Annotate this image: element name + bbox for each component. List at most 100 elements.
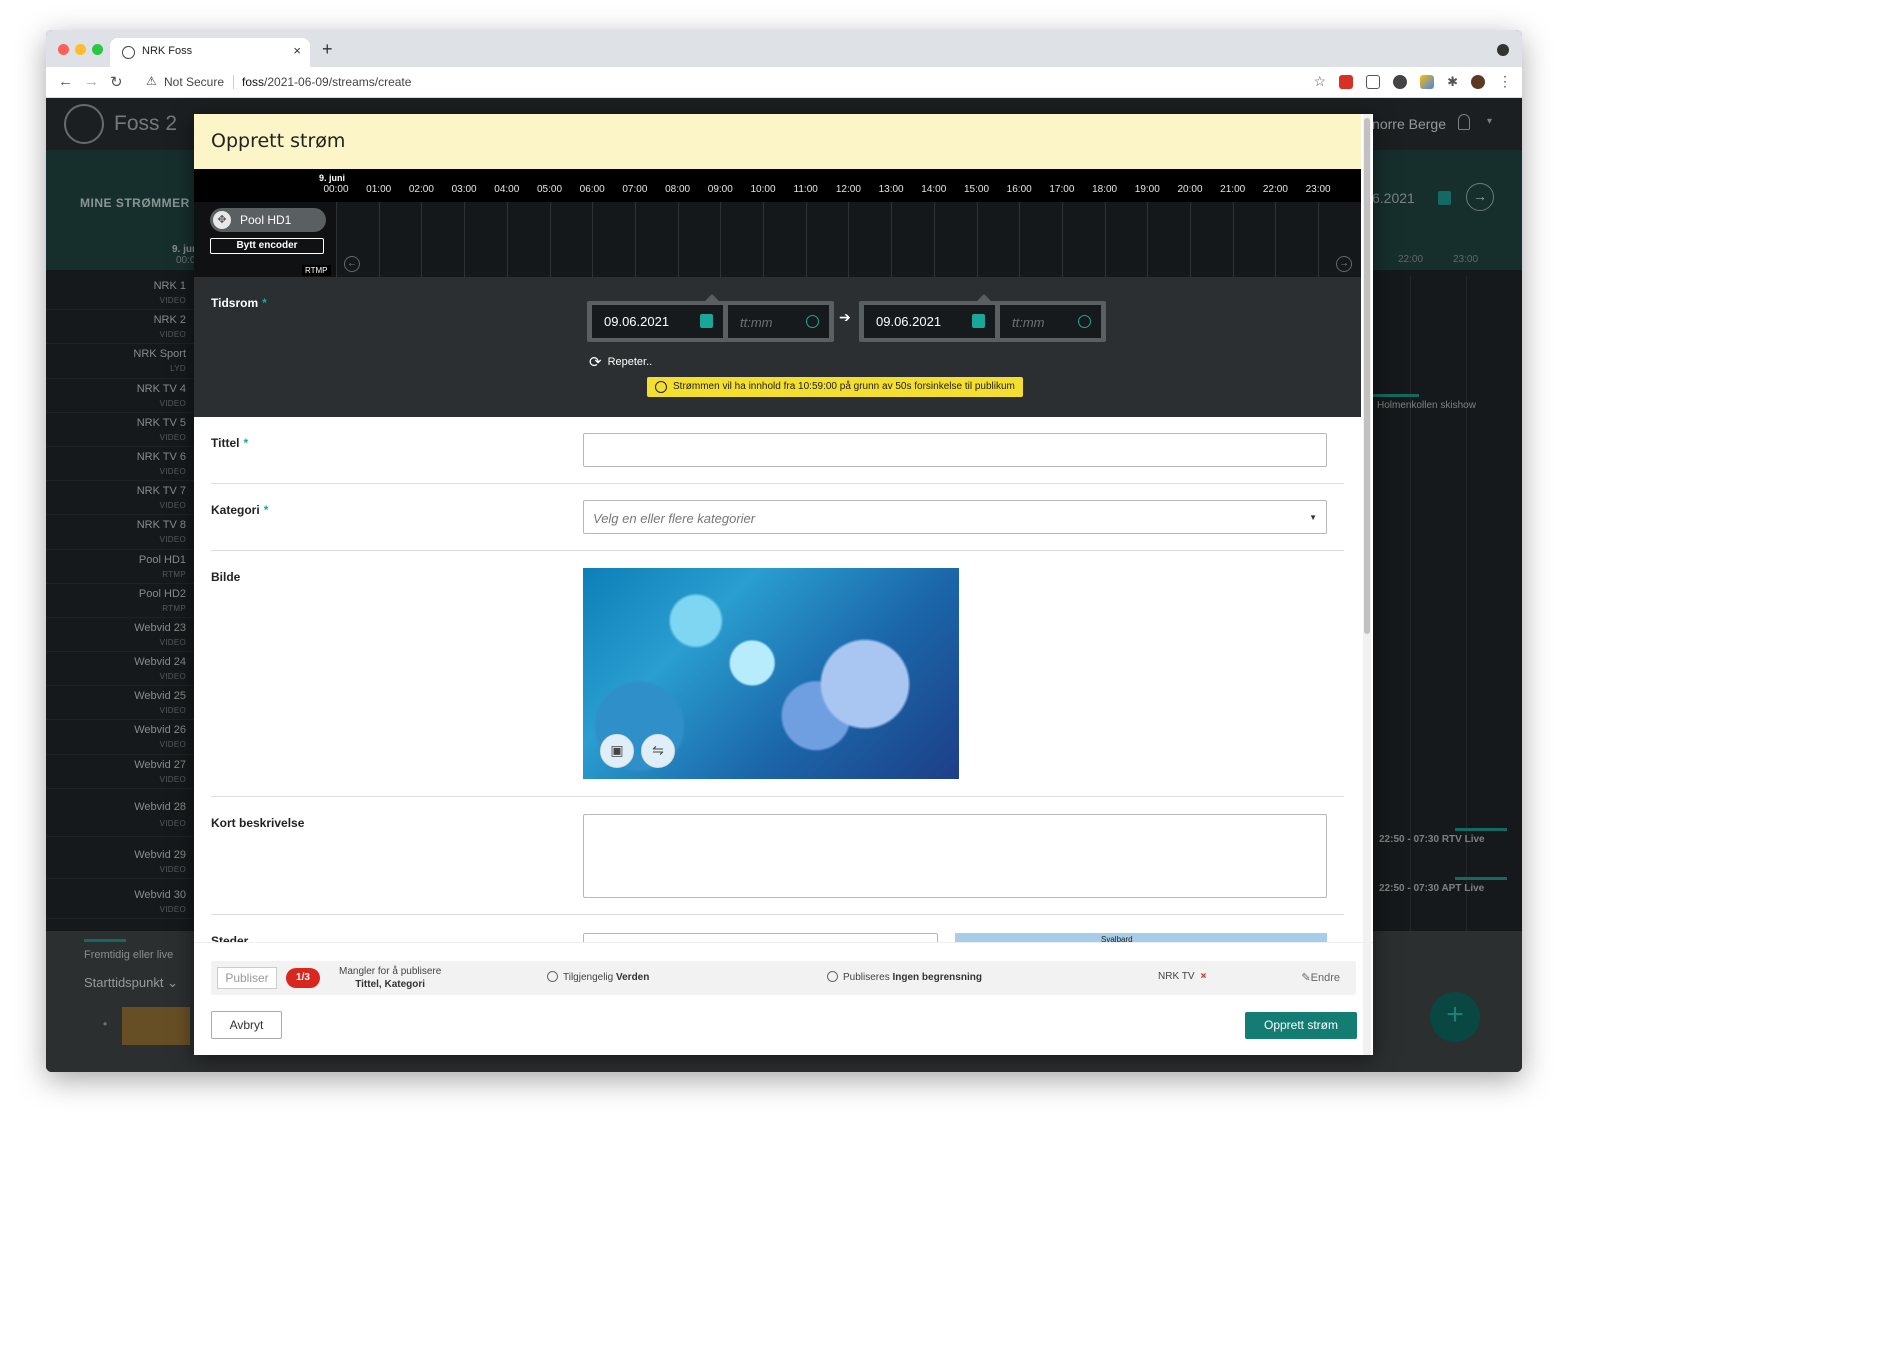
maximize-window-button[interactable]	[92, 44, 103, 55]
timeline-gridline	[378, 202, 380, 277]
minimize-window-button[interactable]	[75, 44, 86, 55]
timeline-hour-label: 18:00	[1092, 184, 1118, 195]
extension-color-icon[interactable]	[1420, 74, 1435, 89]
timeline-gridline	[805, 202, 807, 277]
browser-tabbar: NRK Foss × +	[46, 30, 1522, 67]
cancel-button[interactable]: Avbryt	[211, 1011, 282, 1039]
timeline-gridline	[592, 202, 594, 277]
tab-search-icon[interactable]	[1497, 44, 1509, 56]
timeline-day-label: 9. juni	[319, 173, 346, 183]
start-date-input[interactable]: 09.06.2021	[592, 305, 723, 338]
create-stream-modal: Opprett strøm 9. juni ✥ Pool HD1 Bytt en…	[194, 114, 1373, 1055]
create-stream-button[interactable]: Opprett strøm	[1245, 1012, 1357, 1039]
timeline-prev-icon[interactable]: ←	[344, 256, 360, 272]
modal-scrollbar[interactable]	[1363, 114, 1371, 1055]
timeline-gridline	[720, 202, 722, 277]
publishing-value: Ingen begrensning	[892, 972, 982, 983]
modal-footer: Publiser 1/3 Mangler for å publisere Tit…	[194, 942, 1373, 1055]
browser-menu-icon[interactable]: ⋮	[1498, 73, 1512, 90]
timeline-hour-label: 14:00	[921, 184, 947, 195]
security-label[interactable]: Not Secure	[164, 75, 224, 89]
timeline-hour-label: 07:00	[622, 184, 648, 195]
timeline-hour-label: 00:00	[323, 184, 349, 195]
encoder-icon: ✥	[213, 211, 231, 229]
repeat-button[interactable]: ⟳ Repeter..	[589, 353, 652, 371]
edit-button[interactable]: ✎Endre	[1301, 971, 1340, 984]
timeline-gridline	[506, 202, 508, 277]
end-date-input[interactable]: 09.06.2021	[864, 305, 995, 338]
profile-avatar[interactable]	[1471, 74, 1485, 89]
scrollbar-thumb[interactable]	[1364, 118, 1370, 634]
timeline-hour-label: 04:00	[494, 184, 520, 195]
timeline-hour-label: 16:00	[1006, 184, 1032, 195]
timeline-gridline	[1104, 202, 1106, 277]
end-time-input[interactable]: tt:mm	[1000, 305, 1101, 338]
address-bar: ← → ↻ ⚠ Not Secure foss/2021-06-09/strea…	[46, 67, 1522, 98]
clock-icon[interactable]	[1078, 315, 1091, 328]
timeline-hour-label: 06:00	[579, 184, 605, 195]
delay-notice-text: Strømmen vil ha innhold fra 10:59:00 på …	[673, 381, 1015, 392]
category-label: Kategori *	[211, 503, 269, 517]
close-window-button[interactable]	[58, 44, 69, 55]
description-row: Kort beskrivelse	[211, 797, 1344, 915]
new-tab-button[interactable]: +	[322, 39, 333, 60]
timeline-gridline	[1190, 202, 1191, 277]
pocket-icon[interactable]	[1366, 74, 1381, 89]
timeline-next-icon[interactable]: →	[1336, 256, 1352, 272]
timeline-gridline	[1061, 202, 1063, 277]
adjust-sliders-icon[interactable]: ⇋	[641, 734, 675, 768]
timeline-gridline	[336, 202, 337, 277]
timeline-gridline	[1019, 202, 1021, 277]
description-textarea[interactable]	[583, 814, 1327, 898]
platform-name: NRK TV	[1158, 971, 1195, 982]
timeline-gridline	[421, 202, 423, 277]
timeline-gridline	[976, 202, 978, 277]
timeline-gridline	[1318, 202, 1320, 277]
image-picker-icon[interactable]: ▣	[600, 734, 634, 768]
missing-fields-heading: Mangler for å publisere	[339, 966, 442, 977]
title-input[interactable]	[583, 433, 1327, 467]
browser-tab[interactable]: NRK Foss ×	[110, 38, 310, 67]
forward-arrow-icon[interactable]: →	[84, 73, 99, 90]
category-placeholder: Velg en eller flere kategorier	[593, 511, 756, 526]
repeat-icon: ⟳	[589, 354, 602, 371]
calendar-icon[interactable]	[972, 314, 985, 328]
start-time-input[interactable]: tt:mm	[728, 305, 829, 338]
extension-share-icon[interactable]	[1393, 74, 1408, 89]
category-select[interactable]: Velg en eller flere kategorier ▼	[583, 500, 1327, 534]
url-field[interactable]: foss/2021-06-09/streams/create	[233, 75, 411, 89]
calendar-icon[interactable]	[700, 314, 713, 328]
publishing-info[interactable]: Publiseres Ingen begrensning	[827, 971, 982, 983]
start-date-value: 09.06.2021	[604, 314, 670, 329]
stream-image: ▣ ⇋	[583, 568, 959, 779]
tab-close-icon[interactable]: ×	[293, 43, 301, 58]
timeline-hour-label: 23:00	[1305, 184, 1331, 195]
encoder-name: Pool HD1	[240, 213, 292, 227]
extensions-puzzle-icon[interactable]: ✱	[1447, 74, 1458, 90]
availability-prefix: Tilgjengelig	[563, 972, 614, 983]
favicon-icon	[122, 46, 135, 59]
timeline-hour-label: 13:00	[878, 184, 904, 195]
clock-icon	[827, 971, 838, 982]
description-label: Kort beskrivelse	[211, 816, 305, 830]
clock-icon[interactable]	[806, 315, 819, 328]
encoder-chip[interactable]: ✥ Pool HD1	[210, 208, 326, 232]
publish-button[interactable]: Publiser	[217, 967, 277, 989]
switch-encoder-button[interactable]: Bytt encoder	[210, 238, 324, 254]
end-time-placeholder: tt:mm	[1012, 315, 1045, 330]
image-label: Bilde	[211, 570, 241, 584]
remove-platform-icon[interactable]: ×	[1201, 971, 1207, 982]
back-arrow-icon[interactable]: ←	[58, 73, 73, 90]
notch	[705, 294, 719, 301]
image-row: Bilde ▣ ⇋	[211, 551, 1344, 797]
notch	[977, 294, 991, 301]
missing-fields: Mangler for å publisere Tittel, Kategori	[339, 965, 441, 991]
start-datetime-group: 09.06.2021 tt:mm	[587, 294, 834, 342]
availability-info[interactable]: Tilgjengelig Verden	[547, 971, 649, 983]
extension-red-icon[interactable]	[1339, 74, 1354, 89]
caret-down-icon: ▼	[1309, 513, 1317, 522]
timeline-hour-label: 01:00	[366, 184, 392, 195]
bookmark-star-icon[interactable]: ☆	[1314, 73, 1327, 90]
modal-header: Opprett strøm	[194, 114, 1361, 169]
reload-icon[interactable]: ↻	[110, 73, 123, 91]
